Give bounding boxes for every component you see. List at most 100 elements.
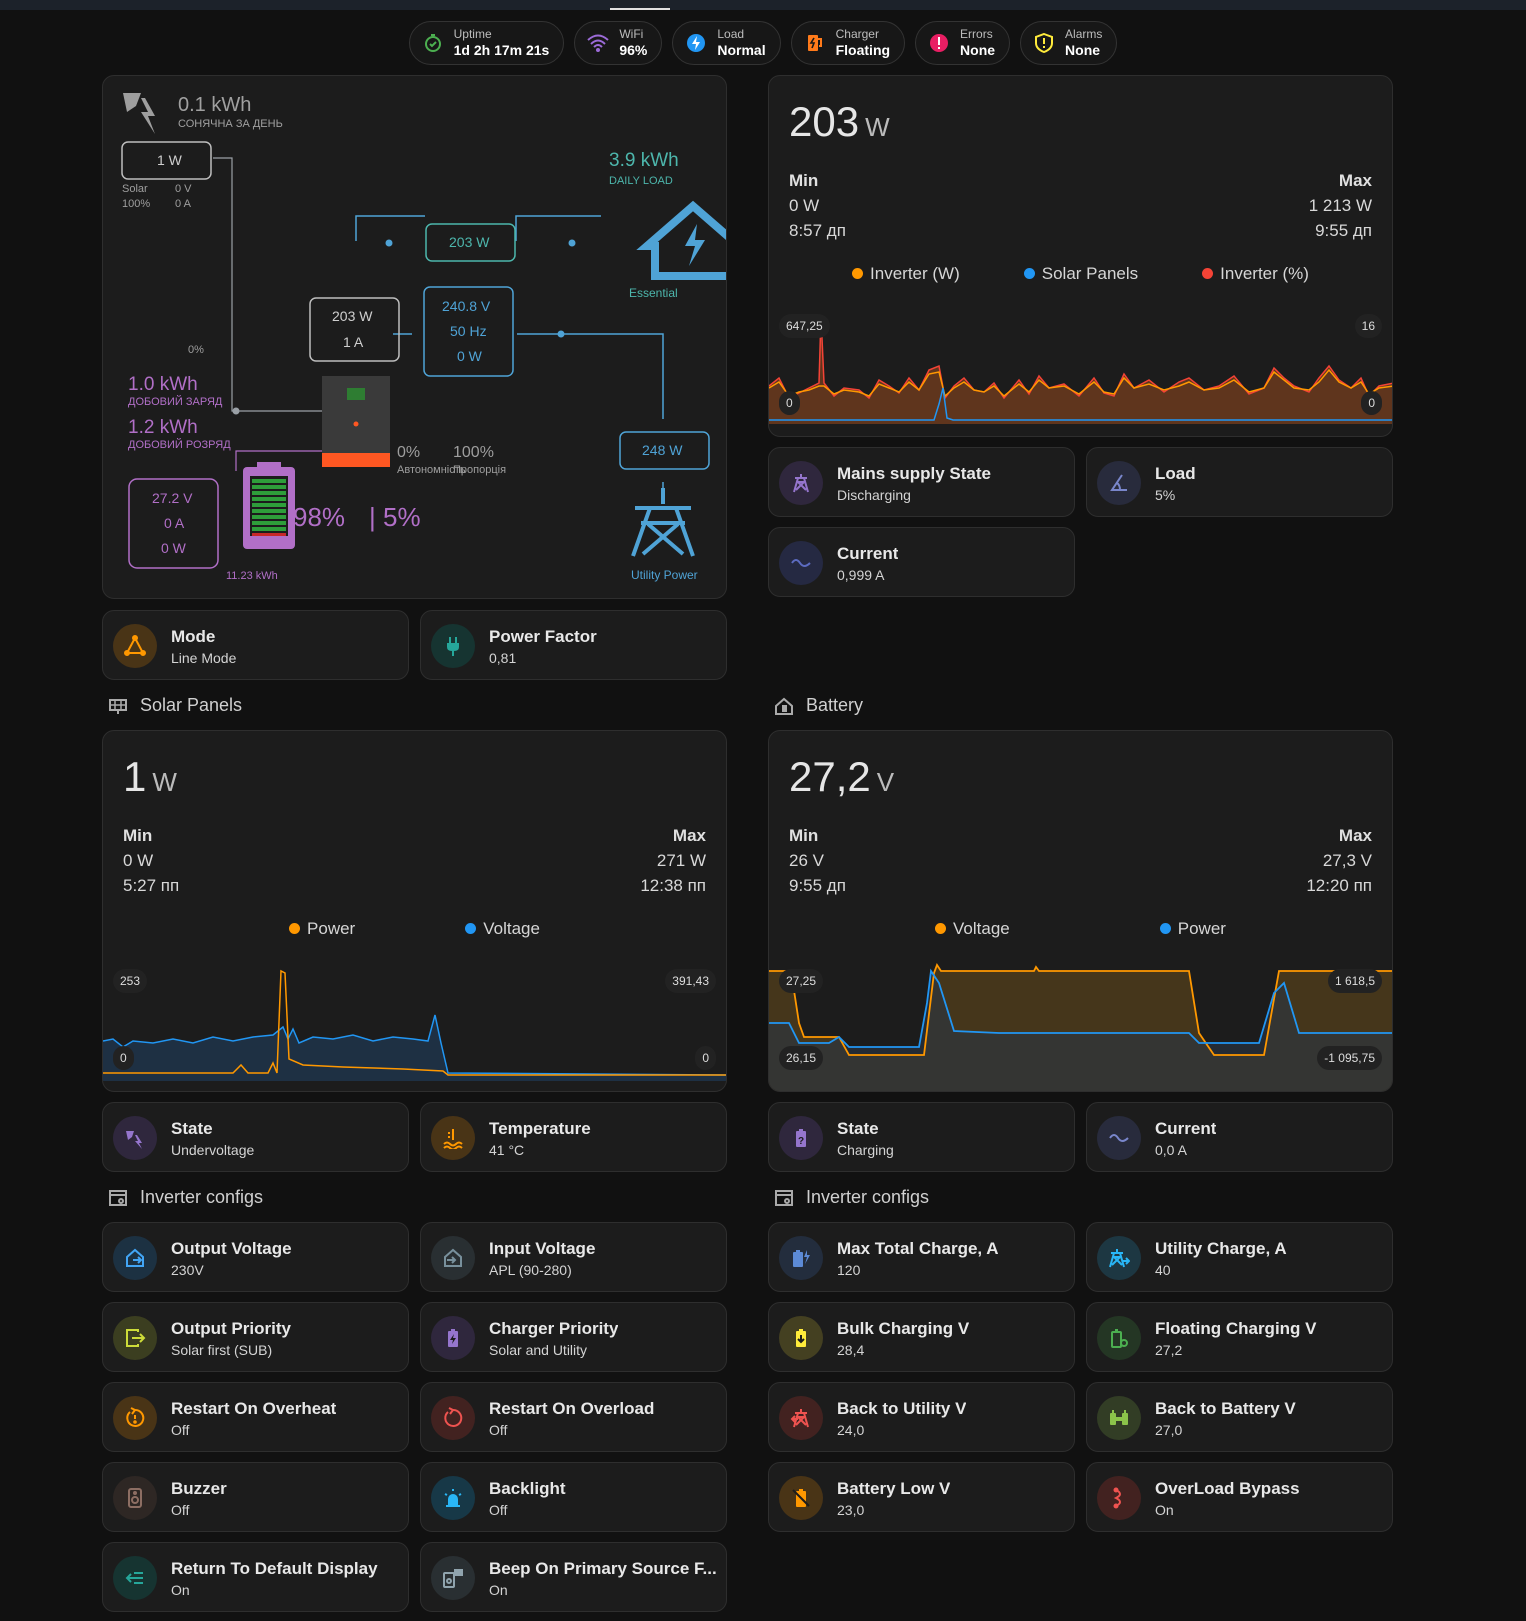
- max-label: Max: [672, 826, 706, 845]
- tile-state: On: [1155, 1502, 1174, 1518]
- shield-alert-icon: [1033, 32, 1055, 54]
- max-label: Max: [1338, 826, 1372, 845]
- zero-pct: 0%: [188, 344, 204, 356]
- graph-legend: Power Voltage: [103, 919, 726, 939]
- chip-uptime[interactable]: Uptime 1d 2h 17m 21s: [408, 21, 565, 65]
- chip-errors[interactable]: Errors None: [915, 21, 1011, 65]
- power-flow-card[interactable]: 0.1 kWh СОНЯЧНА ЗА ДЕНЬ 1 W Solar 100% 0…: [102, 75, 727, 599]
- tile-state: 0,0 A: [1155, 1142, 1187, 1158]
- tile-battery-current[interactable]: Current 0,0 A: [1086, 1102, 1393, 1172]
- legend-item[interactable]: Inverter (%): [1202, 264, 1309, 284]
- tile-output-voltage[interactable]: Output Voltage 230V: [102, 1222, 409, 1292]
- battery-voltage: 27.2 V: [152, 490, 193, 506]
- tile-name: Max Total Charge, A: [837, 1239, 999, 1258]
- tile-load[interactable]: Load 5%: [1086, 447, 1393, 517]
- tile-state: 27,2: [1155, 1342, 1183, 1358]
- transmission-tower-icon: [779, 461, 823, 505]
- tile-backlight[interactable]: Backlight Off: [420, 1462, 727, 1532]
- tile-power-factor[interactable]: Power Factor 0,81: [420, 610, 727, 680]
- max-value: 271 W: [656, 851, 706, 870]
- inverter-graph-card[interactable]: 203 W Min 0 W 8:57 дп Max 1 213 W 9:55 дп…: [768, 75, 1393, 437]
- battery-power: 0 W: [161, 540, 186, 556]
- legend-item[interactable]: Voltage: [935, 919, 1010, 939]
- tile-overload-bypass[interactable]: OverLoad Bypass On: [1086, 1462, 1393, 1532]
- solar-panel-icon: [123, 93, 155, 134]
- legend-item[interactable]: Power: [289, 919, 355, 939]
- speaker-message-icon: [431, 1556, 475, 1600]
- sine-wave-icon: [1097, 1116, 1141, 1160]
- solar-today: 0.1 kWh: [178, 94, 252, 116]
- tile-state: 5%: [1155, 487, 1176, 503]
- tile-battery-state[interactable]: ? State Charging: [768, 1102, 1075, 1172]
- legend-item[interactable]: Power: [1159, 919, 1226, 939]
- legend-item[interactable]: Solar Panels: [1023, 264, 1138, 284]
- tile-return-to-default-display[interactable]: Return To Default Display On: [102, 1542, 409, 1612]
- tile-utility-charge[interactable]: Utility Charge, A 40: [1086, 1222, 1393, 1292]
- tile-name: Battery Low V: [837, 1479, 951, 1498]
- tile-back-to-utility-v[interactable]: Back to Utility V 24,0: [768, 1382, 1075, 1452]
- tile-solar-state[interactable]: State Undervoltage: [102, 1102, 409, 1172]
- tile-temperature[interactable]: Temperature 41 °C: [420, 1102, 727, 1172]
- tile-mains-supply-state[interactable]: Mains supply State Discharging: [768, 447, 1075, 517]
- tile-battery-low-v[interactable]: Battery Low V 23,0: [768, 1462, 1075, 1532]
- tile-name: Restart On Overload: [489, 1399, 655, 1418]
- battery-graph-card[interactable]: 27,2 V Min 26 V 9:55 дп Max 27,3 V 12:20 …: [768, 730, 1393, 1092]
- tile-name: Current: [837, 544, 899, 563]
- min-value: 0 W: [123, 851, 154, 870]
- axis-right-top: 1 618,5: [1327, 969, 1382, 993]
- tile-restart-on-overheat[interactable]: Restart On Overheat Off: [102, 1382, 409, 1452]
- ratio-pct: 100%: [453, 444, 494, 461]
- tile-input-voltage[interactable]: Input Voltage APL (90-280): [420, 1222, 727, 1292]
- tile-bulk-charging-v[interactable]: Bulk Charging V 28,4: [768, 1302, 1075, 1372]
- tile-beep-on-primary-source[interactable]: Beep On Primary Source F... On: [420, 1542, 727, 1612]
- transmission-tower-off-icon: [779, 1396, 823, 1440]
- tile-floating-charging-v[interactable]: Floating Charging V 27,2: [1086, 1302, 1393, 1372]
- restart-icon: [431, 1396, 475, 1440]
- chip-alarms[interactable]: Alarms None: [1020, 21, 1118, 65]
- legend-item[interactable]: Voltage: [465, 919, 540, 939]
- tile-state: Line Mode: [171, 650, 237, 666]
- tile-current[interactable]: Current 0,999 A: [768, 527, 1075, 597]
- tile-state: Off: [489, 1422, 508, 1438]
- tile-restart-on-overload[interactable]: Restart On Overload Off: [420, 1382, 727, 1452]
- unit: W: [152, 767, 177, 797]
- axis-left-bottom: 26,15: [779, 1046, 824, 1070]
- tile-state: APL (90-280): [489, 1262, 572, 1278]
- chip-name: Load: [717, 27, 745, 41]
- essential-power: 203 W: [449, 234, 490, 250]
- tile-charger-priority[interactable]: Charger Priority Solar and Utility: [420, 1302, 727, 1372]
- grid-frequency: 50 Hz: [450, 323, 487, 339]
- max-value: 27,3 V: [1322, 851, 1372, 870]
- legend-item[interactable]: Inverter (W): [852, 264, 960, 284]
- tile-buzzer[interactable]: Buzzer Off: [102, 1462, 409, 1532]
- autonomy-pct: 0%: [397, 444, 421, 461]
- chip-charger[interactable]: Charger Floating: [790, 21, 906, 65]
- tile-name: Current: [1155, 1119, 1217, 1138]
- chip-name: WiFi: [619, 27, 644, 41]
- daily-charge: 1.0 kWh: [128, 374, 198, 395]
- tile-max-total-charge[interactable]: Max Total Charge, A 120: [768, 1222, 1075, 1292]
- chip-load[interactable]: Load Normal: [672, 21, 781, 65]
- chip-wifi[interactable]: WiFi 96%: [574, 21, 663, 65]
- legend-label: Power: [307, 919, 356, 938]
- solar-power-icon: [113, 1116, 157, 1160]
- tile-output-priority[interactable]: Output Priority Solar first (SUB): [102, 1302, 409, 1372]
- battery-history-chart: [769, 963, 1392, 1091]
- tile-back-to-battery-v[interactable]: Back to Battery V 27,0: [1086, 1382, 1393, 1452]
- inverter-device-icon: [322, 376, 390, 467]
- utility-label: Utility Power: [631, 568, 698, 582]
- essential-label: Essential: [629, 286, 678, 300]
- inverter-graph-value: 203 W: [789, 98, 890, 146]
- axis-right-top: 16: [1354, 314, 1382, 338]
- tile-name: Output Priority: [171, 1319, 291, 1338]
- tile-name: Power Factor: [489, 627, 597, 646]
- battery-unknown-icon: ?: [779, 1116, 823, 1160]
- tile-name: Backlight: [489, 1479, 566, 1498]
- section-title-text: Inverter configs: [140, 1187, 264, 1207]
- chip-value: Normal: [717, 42, 766, 58]
- solar-graph-card[interactable]: 1W Min 0 W 5:27 пп Max 271 W 12:38 пп Po…: [102, 730, 727, 1092]
- tile-mode[interactable]: Mode Line Mode: [102, 610, 409, 680]
- tile-name: Return To Default Display: [171, 1559, 378, 1578]
- value: 1: [123, 753, 147, 800]
- min-time: 5:27 пп: [123, 876, 180, 895]
